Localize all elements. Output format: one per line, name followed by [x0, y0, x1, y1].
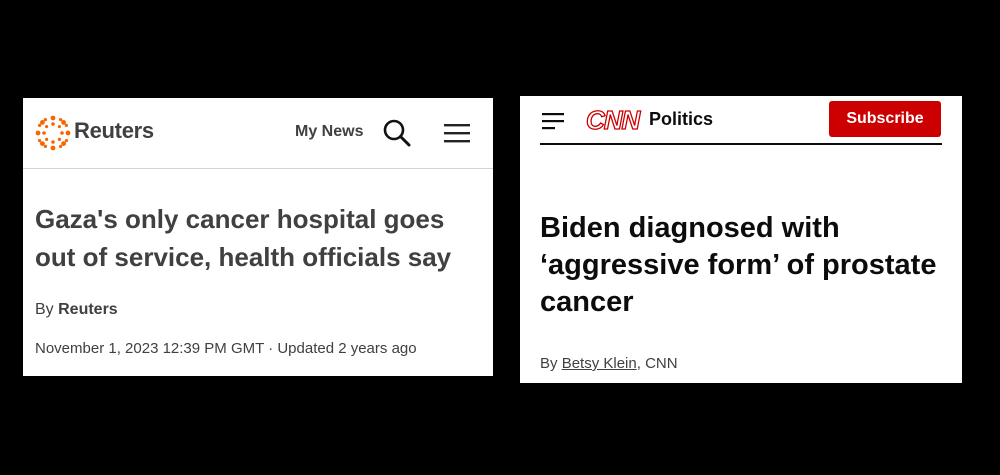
article-byline: By Reuters — [35, 301, 118, 319]
byline-source: , CNN — [636, 355, 678, 372]
byline-prefix: By — [35, 301, 59, 318]
byline-author-link[interactable]: Betsy Klein — [562, 355, 637, 372]
subscribe-button[interactable]: Subscribe — [829, 101, 941, 137]
article-dateline: November 1, 2023 12:39 PM GMT · Updated … — [35, 340, 417, 357]
article-headline: Gaza's only cancer hospital goes out of … — [35, 204, 452, 272]
cnn-article-card: CNN Politics Subscribe Biden diagnosed w… — [520, 96, 962, 383]
header-divider — [540, 143, 942, 145]
my-news-link[interactable]: My News — [295, 123, 363, 141]
search-icon[interactable] — [382, 118, 412, 148]
cnn-logo[interactable]: CNN — [585, 104, 641, 135]
reuters-logo-icon[interactable] — [35, 115, 71, 151]
reuters-brand[interactable]: Reuters — [74, 118, 154, 144]
article-headline: Biden diagnosed with ‘aggressive form’ o… — [540, 212, 937, 318]
reuters-header: Reuters My News — [23, 98, 493, 169]
byline-author[interactable]: Reuters — [58, 301, 118, 318]
hamburger-menu-icon[interactable] — [542, 112, 564, 130]
reuters-article-card: Reuters My News Gaza's only cancer hospi… — [23, 98, 493, 376]
byline-prefix: By — [540, 355, 562, 372]
hamburger-menu-icon[interactable] — [444, 122, 470, 144]
section-label[interactable]: Politics — [649, 109, 713, 130]
article-byline: By Betsy Klein, CNN — [540, 355, 678, 372]
